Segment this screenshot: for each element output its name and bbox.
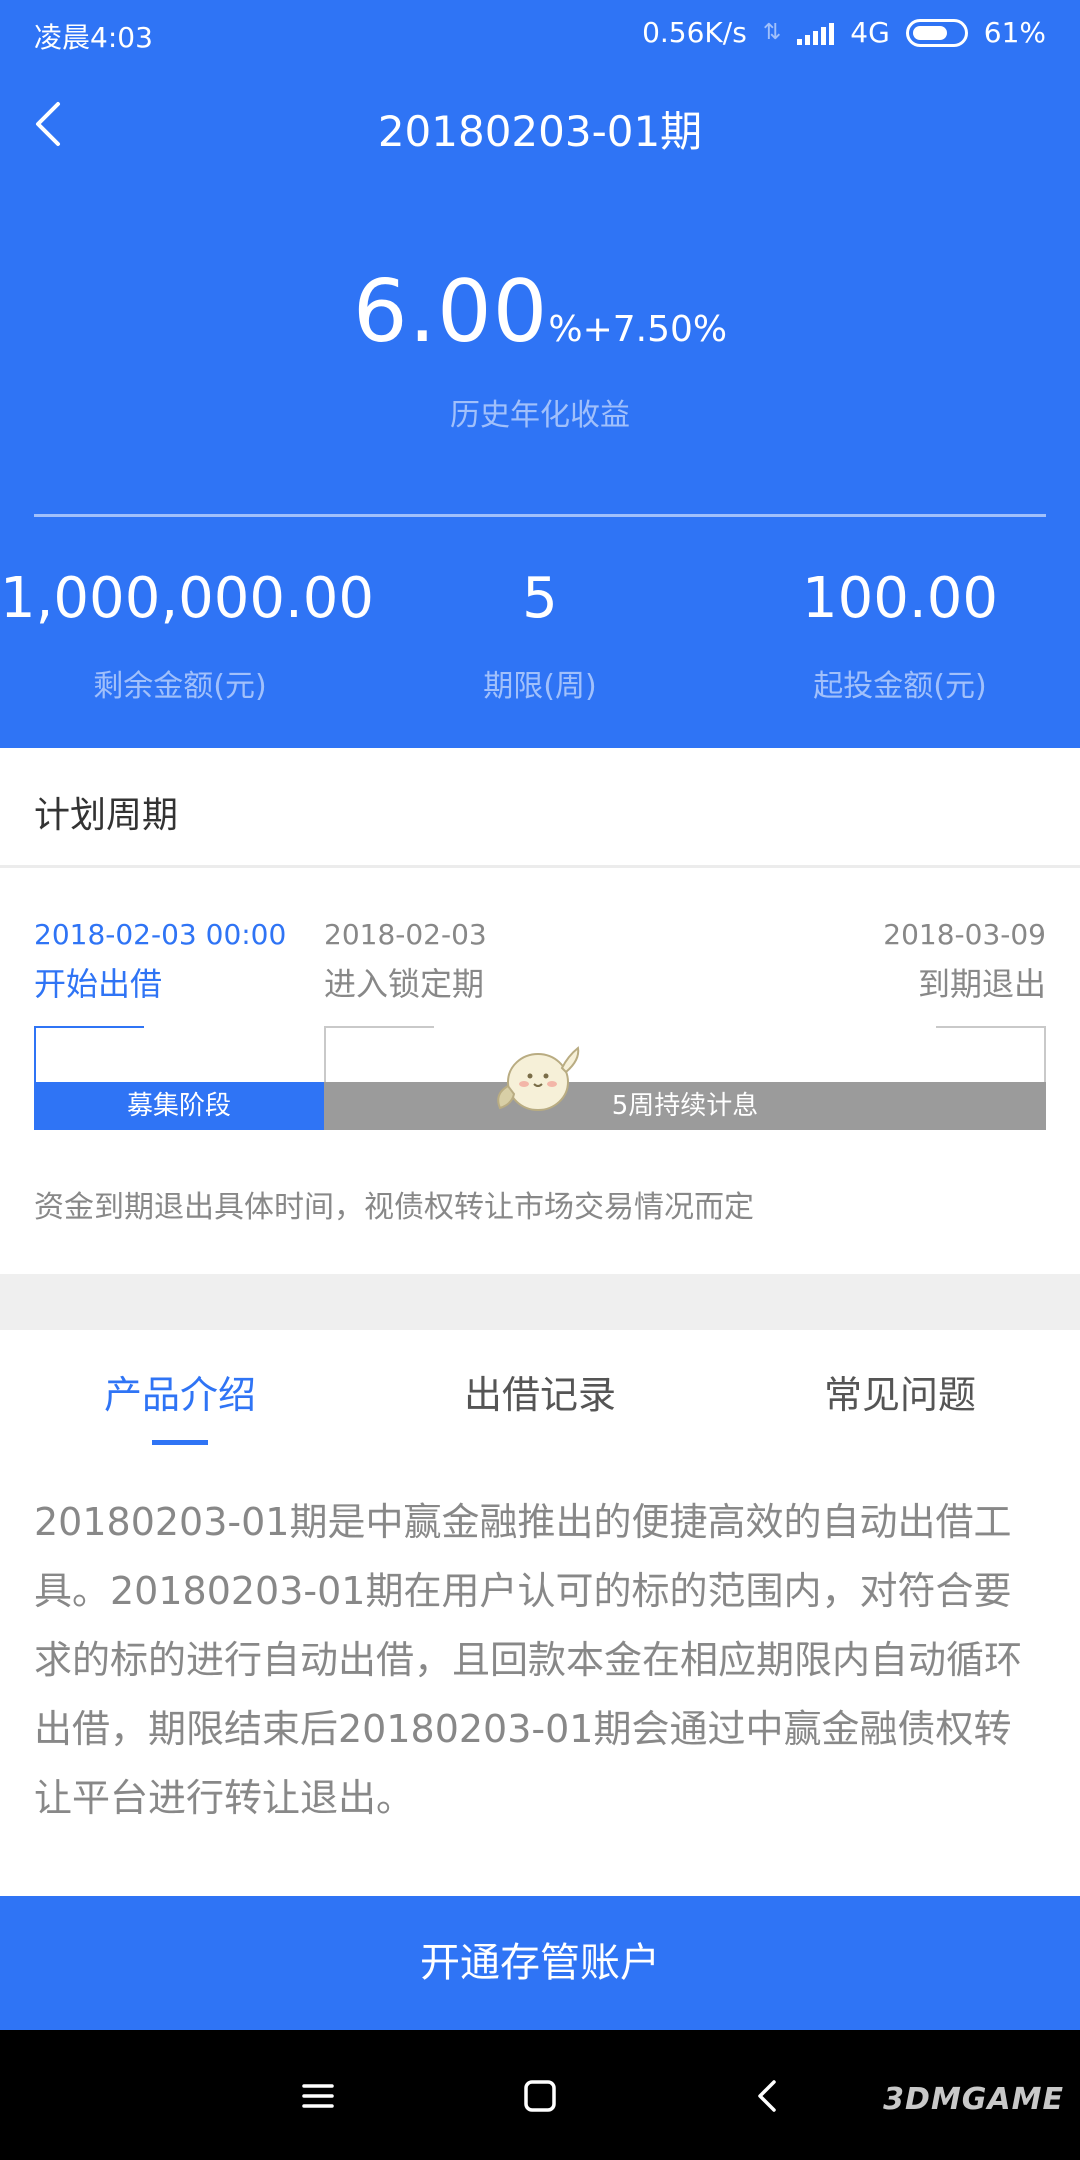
menu-icon[interactable] xyxy=(294,2072,342,2120)
base-rate: 6.00 xyxy=(352,262,549,362)
watermark-logo: 3DMGAME xyxy=(883,2082,1064,2117)
milestone-exit: 2018-03-09 到期退出 xyxy=(883,918,1046,1005)
plan-note: 资金到期退出具体时间，视债权转让市场交易情况而定 xyxy=(34,1190,754,1225)
plan-cycle-header: 计划周期 xyxy=(0,748,1080,868)
status-time: 凌晨4:03 xyxy=(34,21,153,54)
milestone-start: 2018-02-03 00:00 开始出借 xyxy=(34,918,286,1005)
stat-label: 剩余金额(元) xyxy=(93,669,267,704)
milestone-lock: 2018-02-03 进入锁定期 xyxy=(324,918,487,1005)
hero-divider xyxy=(34,514,1046,517)
tab-product-intro[interactable]: 产品介绍 xyxy=(0,1364,360,1419)
rate-display: 6.00%+7.50% xyxy=(0,262,1080,362)
battery-icon xyxy=(905,18,968,47)
back-nav-icon[interactable] xyxy=(744,2072,792,2120)
battery-level: 61% xyxy=(983,16,1046,49)
milestone-name: 到期退出 xyxy=(917,965,1046,1003)
section-separator xyxy=(0,1274,1080,1330)
timeline-end-marker xyxy=(936,1026,1046,1028)
stat-value: 1,000,000.00 xyxy=(0,566,375,631)
phase-raise-bar: 募集阶段 xyxy=(34,1082,324,1130)
stat-value: 100.00 xyxy=(802,566,998,631)
status-bar: 凌晨4:03 0.56K/s ⇅ 4G 61% xyxy=(0,0,1080,68)
bonus-rate: %+7.50% xyxy=(548,309,728,350)
rate-label: 历史年化收益 xyxy=(450,398,630,433)
signal-icon xyxy=(797,21,835,45)
milestone-date: 2018-03-09 xyxy=(883,918,1046,951)
timeline-lock-tick xyxy=(324,1026,326,1082)
milestone-date: 2018-02-03 xyxy=(324,918,487,951)
product-description: 20180203-01期是中赢金融推出的便捷高效的自动出借工具。20180203… xyxy=(34,1500,1023,1820)
stat-remaining-amount: 1,000,000.00 剩余金额(元) xyxy=(0,566,375,705)
page-title: 20180203-01期 xyxy=(377,107,703,156)
stat-term: 5 期限(周) xyxy=(360,566,720,705)
network-type: 4G xyxy=(850,16,890,49)
timeline-start-marker xyxy=(34,1026,144,1028)
stat-min-investment: 100.00 起投金额(元) xyxy=(720,566,1080,705)
home-icon[interactable] xyxy=(516,2072,564,2120)
timeline-lock-marker xyxy=(324,1026,434,1028)
phase-interest-bar: 5周持续计息 xyxy=(324,1082,1046,1130)
stat-label: 期限(周) xyxy=(483,669,597,704)
timeline-end-tick xyxy=(1044,1026,1046,1082)
network-speed: 0.56K/s xyxy=(642,16,747,49)
milestone-date: 2018-02-03 00:00 xyxy=(34,918,287,951)
milestone-name: 进入锁定期 xyxy=(324,965,485,1003)
active-tab-indicator xyxy=(152,1440,208,1445)
open-custody-account-button[interactable]: 开通存管账户 xyxy=(0,1896,1080,2030)
milestone-name: 开始出借 xyxy=(34,965,163,1003)
stat-value: 5 xyxy=(522,566,558,631)
status-indicators: 0.56K/s ⇅ 4G 61% xyxy=(642,16,1046,49)
data-transfer-icon: ⇅ xyxy=(762,20,782,45)
product-hero: 凌晨4:03 0.56K/s ⇅ 4G 61% 20180203-01期 6.0… xyxy=(0,0,1080,748)
stat-label: 起投金额(元) xyxy=(813,669,987,704)
mascot-icon xyxy=(497,1046,580,1111)
tab-faq[interactable]: 常见问题 xyxy=(720,1364,1080,1419)
timeline-start-tick xyxy=(34,1026,36,1082)
tab-lending-records[interactable]: 出借记录 xyxy=(360,1364,720,1419)
plan-cycle-title: 计划周期 xyxy=(34,795,179,836)
